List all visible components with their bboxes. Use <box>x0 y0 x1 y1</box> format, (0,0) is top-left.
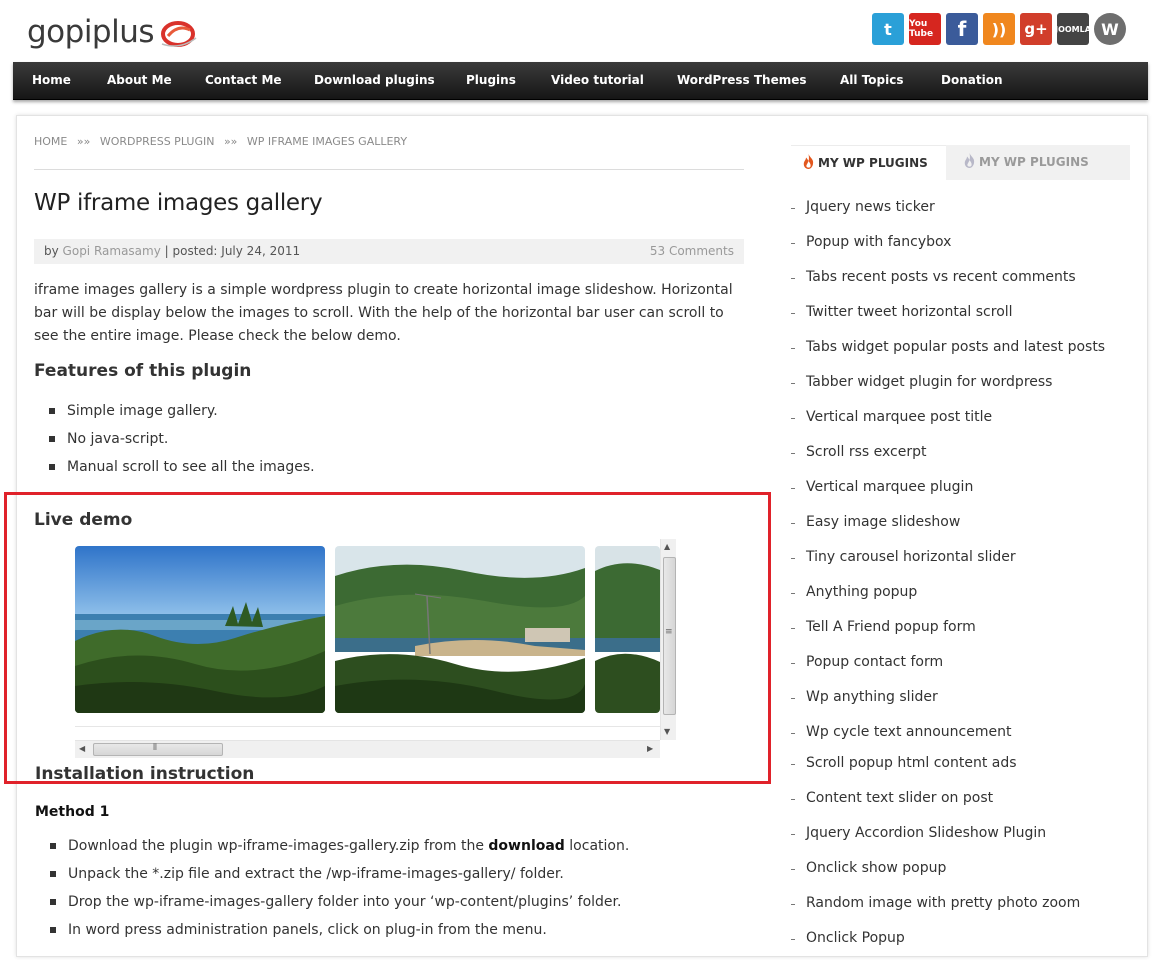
plugin-link[interactable]: Twitter tweet horizontal scroll <box>791 295 1131 330</box>
step-text: Drop the wp-iframe-images-gallery folder… <box>68 894 622 910</box>
install-step: Download the plugin wp-iframe-images-gal… <box>34 832 629 860</box>
breadcrumb-home[interactable]: HOME <box>34 135 67 148</box>
sidebar-tabs: MY WP PLUGINS MY WP PLUGINS <box>791 145 1130 181</box>
tab-label: MY WP PLUGINS <box>979 155 1089 169</box>
plugin-link[interactable]: Wp cycle text announcement <box>791 715 1131 750</box>
nav-item-video-tutorial[interactable]: Video tutorial <box>551 62 644 99</box>
plugin-link[interactable]: Tabber widget plugin for wordpress <box>791 365 1131 400</box>
features-heading: Features of this plugin <box>34 361 252 381</box>
plugin-link[interactable]: Tabs widget popular posts and latest pos… <box>791 330 1131 365</box>
plugin-link[interactable]: Content text slider on post <box>791 781 1131 816</box>
logo-text: gopiplus <box>27 14 155 50</box>
google-plus-icon[interactable]: g+ <box>1020 13 1052 45</box>
install-step: Unpack the *.zip file and extract the /w… <box>34 860 629 888</box>
breadcrumb-separator: »» <box>223 135 238 148</box>
plugin-link[interactable]: Wp anything slider <box>791 680 1131 715</box>
nav-item-wordpress-themes[interactable]: WordPress Themes <box>677 62 807 99</box>
nav-item-download-plugins[interactable]: Download plugins <box>314 62 435 99</box>
install-step: In word press administration panels, cli… <box>34 916 629 944</box>
plugin-link[interactable]: Popup contact form <box>791 645 1131 680</box>
post-meta: by Gopi Ramasamy | posted: July 24, 2011… <box>34 239 744 264</box>
step-text: In word press administration panels, cli… <box>68 922 547 938</box>
plugin-link[interactable]: Jquery Accordion Slideshow Plugin <box>791 816 1131 851</box>
site-logo[interactable]: gopiplus <box>27 12 198 52</box>
plugin-link[interactable]: Easy image slideshow <box>791 505 1131 540</box>
plugin-list: Jquery news ticker Popup with fancybox Tab… <box>791 190 1131 960</box>
plugin-link[interactable]: Onclick show popup <box>791 851 1131 886</box>
youtube-icon[interactable]: You Tube <box>909 13 941 45</box>
plugin-link[interactable]: Tabs recent posts vs recent comments <box>791 260 1131 295</box>
install-step: Drop the wp-iframe-images-gallery folder… <box>34 888 629 916</box>
feature-item: Simple image gallery. <box>34 397 315 425</box>
breadcrumb-category[interactable]: WORDPRESS PLUGIN <box>100 135 215 148</box>
nav-item-donation[interactable]: Donation <box>941 62 1002 99</box>
method-heading: Method 1 <box>35 804 110 820</box>
install-steps: Download the plugin wp-iframe-images-gal… <box>34 832 629 944</box>
plugin-link[interactable]: Scroll popup html content ads <box>791 746 1131 781</box>
nav-item-contact-me[interactable]: Contact Me <box>205 62 282 99</box>
meta-by: by <box>44 244 59 258</box>
divider <box>34 169 744 170</box>
plugin-link[interactable]: Onclick Popup <box>791 921 1131 956</box>
flame-icon <box>964 153 975 168</box>
download-link[interactable]: download <box>488 838 564 854</box>
plugin-link[interactable]: Random image with pretty photo zoom <box>791 886 1131 921</box>
breadcrumb: HOME »» WORDPRESS PLUGIN »» WP IFRAME IM… <box>34 135 413 148</box>
facebook-icon[interactable]: f <box>946 13 978 45</box>
step-text: Download the plugin wp-iframe-images-gal… <box>68 838 489 854</box>
page-title: WP iframe images gallery <box>34 190 323 216</box>
highlight-box <box>4 492 771 784</box>
nav-item-about-me[interactable]: About Me <box>107 62 172 99</box>
tab-label: MY WP PLUGINS <box>818 156 928 170</box>
plugin-link[interactable]: Anything popup <box>791 575 1131 610</box>
social-links: t You Tube f)) g+ JOOMLA W <box>872 13 1126 45</box>
features-list: Simple image gallery. No java-script. Manu… <box>34 397 315 481</box>
plugin-link[interactable]: Popup with fancybox <box>791 225 1131 260</box>
plugin-link[interactable]: Tiny carousel horizontal slider <box>791 540 1131 575</box>
feature-item: No java-script. <box>34 425 315 453</box>
intro-paragraph: iframe images gallery is a simple wordpr… <box>34 282 733 344</box>
breadcrumb-separator: »» <box>76 135 91 148</box>
breadcrumb-current: WP IFRAME IMAGES GALLERY <box>246 135 408 148</box>
twitter-icon[interactable]: t <box>872 13 904 45</box>
flame-icon <box>803 154 814 169</box>
author-link[interactable]: Gopi Ramasamy <box>63 244 161 258</box>
logo-swirl-icon <box>161 21 197 47</box>
nav-item-all-topics[interactable]: All Topics <box>840 62 904 99</box>
meta-posted: | posted: July 24, 2011 <box>164 244 301 258</box>
plugin-link[interactable]: Vertical marquee post title <box>791 400 1131 435</box>
nav-item-plugins[interactable]: Plugins <box>466 62 516 99</box>
tab-my-wp-plugins[interactable]: MY WP PLUGINS <box>791 145 946 181</box>
plugin-link[interactable]: Jquery news ticker <box>791 190 1131 225</box>
plugin-link[interactable]: Scroll rss excerpt <box>791 435 1131 470</box>
nav-item-home[interactable]: Home <box>32 62 71 99</box>
step-text: location. <box>564 838 630 854</box>
rss-icon[interactable]: )) <box>983 13 1015 45</box>
joomla-icon[interactable]: JOOMLA <box>1055 13 1091 45</box>
main-nav: Home About Me Contact Me Download plugins Pl… <box>13 62 1148 100</box>
step-text: Unpack the *.zip file and extract the /w… <box>68 866 564 882</box>
comments-link[interactable]: 53 Comments <box>650 239 734 264</box>
plugin-link[interactable]: Vertical marquee plugin <box>791 470 1131 505</box>
plugin-link[interactable]: Tell A Friend popup form <box>791 610 1131 645</box>
tab-my-wp-plugins-2[interactable]: MY WP PLUGINS <box>964 145 1089 180</box>
wordpress-icon[interactable]: W <box>1094 13 1126 45</box>
feature-item: Manual scroll to see all the images. <box>34 453 315 481</box>
